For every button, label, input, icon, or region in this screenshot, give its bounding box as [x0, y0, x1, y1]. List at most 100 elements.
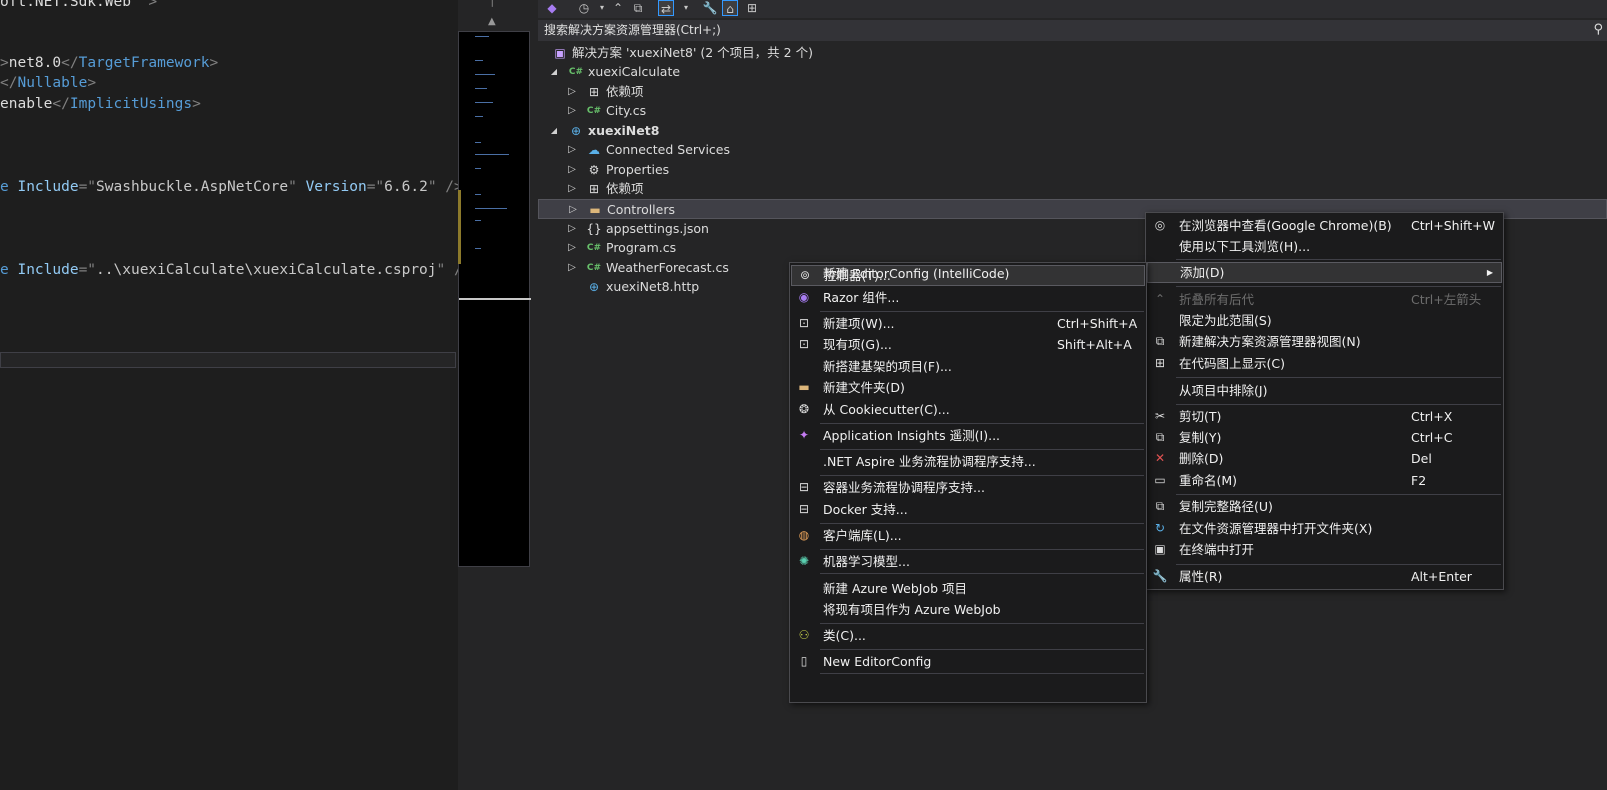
wrench-icon: 🔧 — [1152, 569, 1168, 583]
class-icon: ⚇ — [798, 628, 810, 642]
menu-item[interactable]: 限定为此范围(S) — [1147, 310, 1502, 331]
csharp-file-icon: C# — [586, 243, 602, 253]
expander-icon[interactable]: ▷ — [566, 238, 578, 258]
copy-icon[interactable]: ⧉ — [630, 0, 646, 16]
tree-item[interactable]: ▷ ⊞ 依赖项 — [538, 82, 1607, 102]
menu-item[interactable]: 新建 EditorConfig (IntelliCode) — [791, 263, 1145, 284]
tree-item[interactable]: ▣ 解决方案 'xuexiNet8' (2 个项目，共 2 个) — [538, 43, 1607, 63]
menu-item[interactable]: ▭ 重命名(M) F2 — [1147, 470, 1502, 491]
expander-icon[interactable]: ▷ — [566, 179, 578, 199]
search-input[interactable] — [544, 21, 1544, 39]
menu-item-label: 新搭建基架的项目(F)... — [823, 359, 952, 374]
dropdown-arrow-icon[interactable]: ▾ — [678, 0, 694, 16]
menu-item[interactable]: 使用以下工具浏览(H)... — [1147, 236, 1502, 257]
menu-item-label: 删除(D) — [1179, 451, 1224, 466]
menu-item[interactable]: 新建 Azure WebJob 项目 — [791, 578, 1145, 599]
expander-icon[interactable]: ▷ — [566, 160, 578, 180]
tree-item[interactable]: ▷ ☁ Connected Services — [538, 140, 1607, 160]
menu-item[interactable]: 从项目中排除(J) — [1147, 380, 1502, 401]
menu-separator — [820, 573, 1144, 574]
menu-item[interactable]: ✕ 删除(D) Del — [1147, 448, 1502, 469]
menu-item[interactable]: ⊡ 现有项(G)... Shift+Alt+A — [791, 334, 1145, 355]
menu-item-label: 客户端库(L)... — [823, 528, 902, 543]
menu-item[interactable]: ⚇ 类(C)... — [791, 625, 1145, 646]
code-map-icon: ⊞ — [1154, 356, 1166, 370]
vs-switch-views-icon[interactable]: ◆ — [544, 0, 560, 16]
menu-item[interactable]: 添加(D) ▶ — [1147, 262, 1502, 283]
menu-item[interactable]: ◍ 客户端库(L)... — [791, 525, 1145, 546]
expander-icon[interactable]: ▷ — [566, 219, 578, 239]
csharp-file-icon: C# — [586, 263, 602, 273]
menu-item[interactable]: ↻ 在文件资源管理器中打开文件夹(X) — [1147, 518, 1502, 539]
menu-item-label: 属性(R) — [1179, 569, 1223, 584]
menu-item[interactable]: 新搭建基架的项目(F)... — [791, 356, 1145, 377]
menu-item-label: Razor 组件... — [823, 290, 900, 305]
code-editor[interactable]: oft.NET.Sdk.Web" > >net8.0</TargetFramewo… — [0, 0, 458, 790]
menu-item[interactable]: ✦ Application Insights 遥测(I)... — [791, 425, 1145, 446]
menu-separator — [820, 523, 1144, 524]
code-line: e Include="..\xuexiCalculate\xuexiCalcul… — [0, 260, 458, 280]
menu-item[interactable]: ▣ 在终端中打开 — [1147, 539, 1502, 560]
minimap[interactable]: ⊤ ▲ — [458, 0, 538, 790]
tree-item[interactable]: ▷ C# City.cs — [538, 101, 1607, 121]
menu-item[interactable]: ⊞ 在代码图上显示(C) — [1147, 353, 1502, 374]
tree-item-label: City.cs — [606, 103, 647, 118]
menu-item[interactable]: ⧉ 复制完整路径(U) — [1147, 496, 1502, 517]
menu-item-label: 新建 Azure WebJob 项目 — [823, 581, 968, 596]
menu-item[interactable]: ⧉ 新建解决方案资源管理器视图(N) — [1147, 331, 1502, 352]
expander-icon[interactable]: ◢ — [548, 121, 560, 141]
tree-item[interactable]: ◢ ⊕ xuexiNet8 — [538, 121, 1607, 141]
tree-item-label: xuexiNet8.http — [606, 279, 700, 294]
menu-item[interactable]: ◉ Razor 组件... — [791, 287, 1145, 308]
dropdown-arrow-icon[interactable]: ▾ — [594, 0, 610, 16]
sync-icon[interactable]: ⇄ — [658, 0, 674, 16]
menu-item[interactable]: ❂ 从 Cookiecutter(C)... — [791, 399, 1145, 420]
tree-item[interactable]: ▷ ⚙ Properties — [538, 160, 1607, 180]
menu-item[interactable]: .NET Aspire 业务流程协调程序支持... — [791, 451, 1145, 472]
expander-icon[interactable]: ▷ — [566, 258, 578, 278]
menu-item[interactable]: ▬ 新建文件夹(D) — [791, 377, 1145, 398]
menu-separator — [820, 549, 1144, 550]
menu-item-label: 复制(Y) — [1179, 430, 1222, 445]
menu-item[interactable]: ✺ 机器学习模型... — [791, 551, 1145, 572]
code-token: e — [0, 179, 18, 195]
pin-icon[interactable]: ⊤ — [487, 0, 497, 10]
expander-icon[interactable]: ◢ — [548, 62, 560, 82]
code-line: >net8.0</TargetFramework> — [0, 53, 218, 73]
expander-icon[interactable]: ▷ — [566, 82, 578, 102]
history-icon[interactable]: ◷ — [576, 0, 592, 16]
code-token: </ — [52, 96, 70, 112]
menu-item[interactable]: ⧉ 复制(Y) Ctrl+C — [1147, 427, 1502, 448]
editor-horizontal-scrollbar[interactable] — [0, 352, 456, 368]
collapse-all-icon[interactable]: ⌃ — [610, 0, 626, 16]
search-icon[interactable]: ⚲ — [1593, 22, 1603, 37]
menu-item[interactable]: 将现有项目作为 Azure WebJob — [791, 599, 1145, 620]
expander-icon[interactable]: ▷ — [566, 101, 578, 121]
menu-item[interactable]: ⊟ Docker 支持... — [791, 499, 1145, 520]
menu-item[interactable]: ⊡ 新建项(W)... Ctrl+Shift+A — [791, 313, 1145, 334]
code-token: Include — [17, 179, 79, 195]
expander-icon[interactable]: ▷ — [567, 200, 579, 220]
wrench-icon[interactable]: 🔧 — [702, 0, 718, 16]
minimap-viewport[interactable] — [458, 31, 531, 567]
menu-item[interactable]: ✂ 剪切(T) Ctrl+X — [1147, 406, 1502, 427]
expander-icon[interactable]: ▷ — [566, 140, 578, 160]
menu-item[interactable]: ▯ New EditorConfig — [791, 651, 1145, 672]
tree-item[interactable]: ▷ ⊞ 依赖项 — [538, 179, 1607, 199]
dependencies-icon: ⊞ — [588, 182, 600, 196]
csharp-project-icon: C# — [568, 67, 584, 77]
menu-separator — [1176, 286, 1501, 287]
menu-item[interactable]: ◎ 在浏览器中查看(Google Chrome)(B) Ctrl+Shift+W — [1147, 215, 1502, 236]
preview-icon[interactable]: ⌂ — [722, 0, 738, 16]
code-map-icon[interactable]: ⊞ — [744, 0, 760, 16]
new-view-icon: ⧉ — [1155, 334, 1165, 348]
scroll-up-icon[interactable]: ▲ — [488, 16, 496, 27]
menu-item[interactable]: ⊟ 容器业务流程协调程序支持... — [791, 477, 1145, 498]
folder-icon: ▬ — [589, 203, 601, 217]
solution-explorer-search[interactable]: ⚲ — [538, 20, 1607, 41]
menu-item-label: 机器学习模型... — [823, 554, 910, 569]
tree-item[interactable]: ◢ C# xuexiCalculate — [538, 62, 1607, 82]
cut-icon: ✂ — [1154, 409, 1166, 423]
menu-separator — [820, 649, 1144, 650]
menu-item[interactable]: 🔧 属性(R) Alt+Enter — [1147, 566, 1502, 587]
